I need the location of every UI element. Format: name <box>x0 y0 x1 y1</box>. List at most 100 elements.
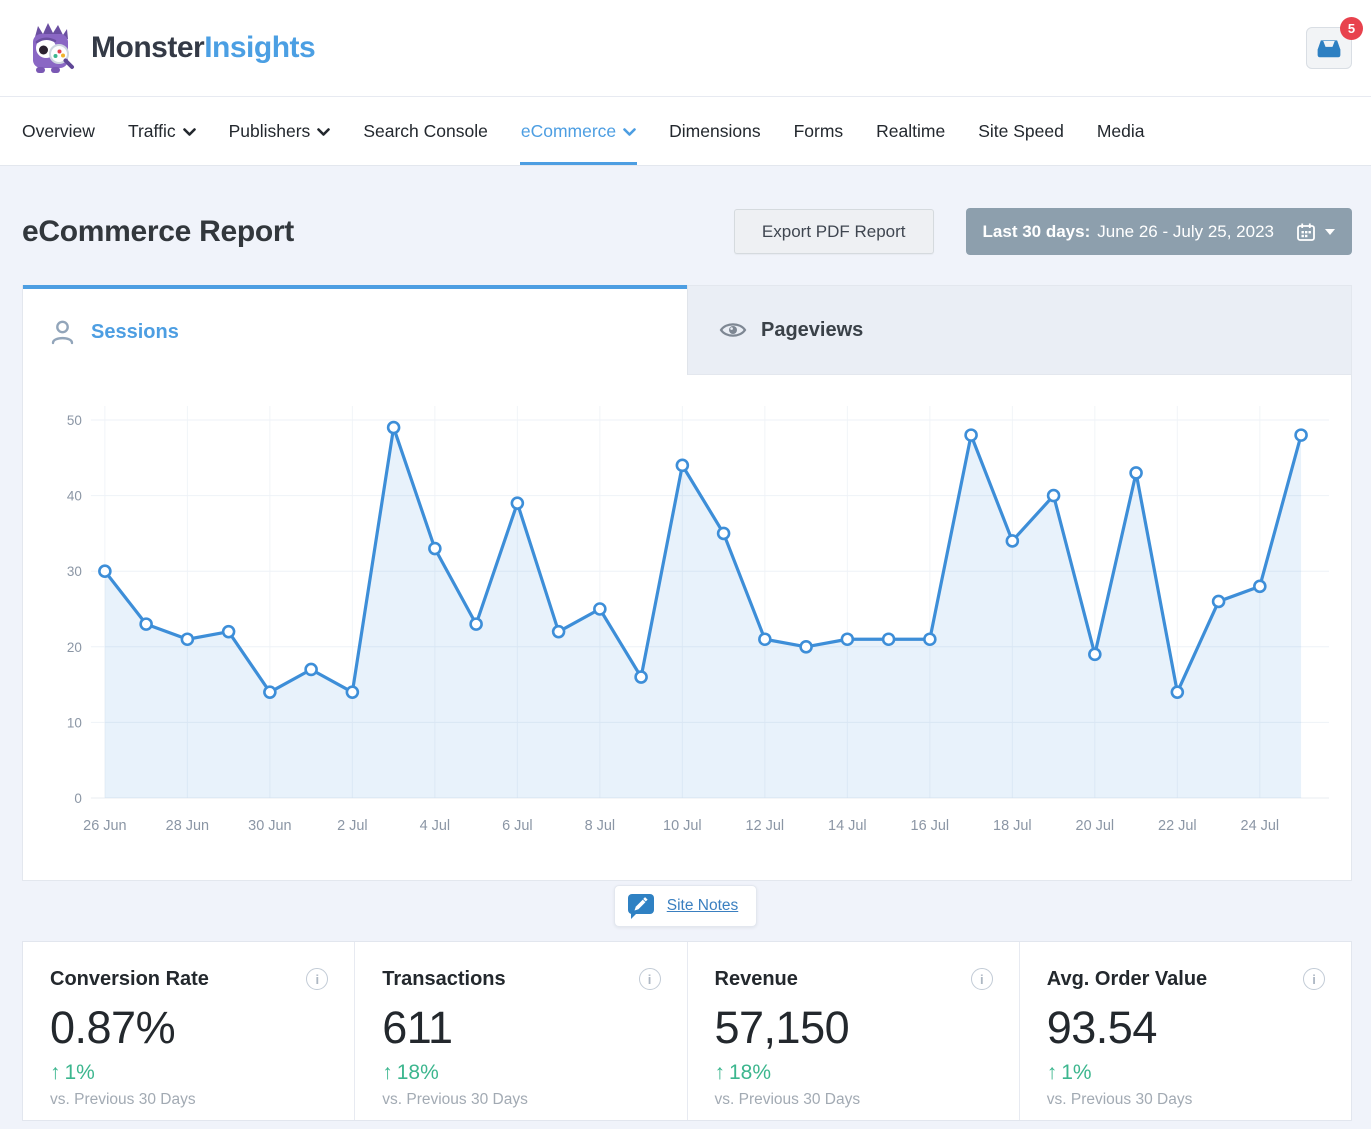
svg-text:16 Jul: 16 Jul <box>911 818 950 834</box>
svg-text:26 Jun: 26 Jun <box>83 818 126 834</box>
info-icon[interactable]: i <box>306 968 328 990</box>
svg-text:30 Jun: 30 Jun <box>248 818 291 834</box>
card-compare-label: vs. Previous 30 Days <box>1047 1091 1325 1109</box>
note-pencil-icon <box>626 892 656 920</box>
calendar-icon <box>1296 222 1316 242</box>
ecommerce-report-page: MonsterInsights 5 Overview Traffic Publi… <box>0 0 1371 1129</box>
arrow-up-icon: ↑ <box>50 1061 61 1084</box>
tab-label: Sessions <box>91 321 179 344</box>
site-notes-button[interactable]: Site Notes <box>614 885 758 927</box>
card-transactions: Transactions i 611 ↑18% vs. Previous 30 D… <box>354 942 686 1120</box>
card-value: 0.87% <box>50 1002 328 1054</box>
inbox-icon <box>1316 35 1342 61</box>
card-value: 57,150 <box>715 1002 993 1054</box>
info-icon[interactable]: i <box>971 968 993 990</box>
nav-item-forms[interactable]: Forms <box>793 97 845 165</box>
chart-tabs: Sessions Pageviews <box>23 285 1351 375</box>
card-change-value: 1% <box>1061 1061 1091 1084</box>
nav-item-site-speed[interactable]: Site Speed <box>977 97 1065 165</box>
svg-text:20 Jul: 20 Jul <box>1076 818 1115 834</box>
nav-label: Publishers <box>229 121 311 142</box>
card-change: ↑18% <box>715 1061 993 1085</box>
caret-down-icon <box>1325 229 1335 235</box>
card-title: Avg. Order Value <box>1047 968 1207 991</box>
info-icon[interactable]: i <box>639 968 661 990</box>
chevron-down-icon <box>317 128 330 137</box>
card-compare-label: vs. Previous 30 Days <box>50 1091 328 1109</box>
tab-sessions[interactable]: Sessions <box>23 285 687 375</box>
info-icon[interactable]: i <box>1303 968 1325 990</box>
nav-label: Site Speed <box>978 121 1064 142</box>
svg-text:40: 40 <box>67 489 82 504</box>
svg-text:10: 10 <box>67 715 82 730</box>
brand-secondary: Insights <box>204 31 315 64</box>
card-change: ↑18% <box>382 1061 660 1085</box>
nav-label: Dimensions <box>669 121 760 142</box>
card-change-value: 18% <box>729 1061 771 1084</box>
person-icon <box>49 318 76 346</box>
card-title: Conversion Rate <box>50 968 209 991</box>
svg-text:24 Jul: 24 Jul <box>1241 818 1280 834</box>
nav-item-media[interactable]: Media <box>1096 97 1146 165</box>
date-range-label: Last 30 days: <box>983 222 1091 242</box>
report-navigation: Overview Traffic Publishers Search Conso… <box>0 97 1371 166</box>
nav-item-ecommerce[interactable]: eCommerce <box>520 97 637 165</box>
sessions-line-chart[interactable]: 0 10 20 30 40 50 26 Jun 28 Jun 30 Jun 2 Jul 4 Jul 6… <box>23 375 1350 881</box>
nav-label: Forms <box>794 121 844 142</box>
tab-pageviews[interactable]: Pageviews <box>687 285 1351 375</box>
svg-text:22 Jul: 22 Jul <box>1158 818 1197 834</box>
monster-mascot-icon <box>25 21 77 75</box>
card-avg-order-value: Avg. Order Value i 93.54 ↑1% vs. Previous… <box>1019 942 1351 1120</box>
nav-label: Traffic <box>128 121 176 142</box>
date-range-picker[interactable]: Last 30 days: June 26 - July 25, 2023 <box>966 208 1352 255</box>
card-value: 93.54 <box>1047 1002 1325 1054</box>
export-pdf-button[interactable]: Export PDF Report <box>734 209 934 254</box>
eye-icon <box>719 319 747 341</box>
arrow-up-icon: ↑ <box>715 1061 726 1084</box>
nav-label: Overview <box>22 121 95 142</box>
nav-label: Search Console <box>363 121 488 142</box>
nav-item-realtime[interactable]: Realtime <box>875 97 946 165</box>
nav-item-dimensions[interactable]: Dimensions <box>668 97 761 165</box>
nav-item-traffic[interactable]: Traffic <box>127 97 197 165</box>
notification-count-badge[interactable]: 5 <box>1340 17 1363 40</box>
metric-cards-row: Conversion Ratei 0.87% ↑1% vs. Previous … <box>22 941 1352 1121</box>
card-title: Transactions <box>382 968 505 991</box>
site-notes-label: Site Notes <box>667 897 739 915</box>
svg-text:30: 30 <box>67 564 82 579</box>
svg-text:4 Jul: 4 Jul <box>420 818 451 834</box>
svg-text:0: 0 <box>74 791 81 806</box>
date-range-value: June 26 - July 25, 2023 <box>1097 222 1274 242</box>
svg-text:14 Jul: 14 Jul <box>828 818 867 834</box>
card-revenue: Revenue i 57,150 ↑18% vs. Previous 30 Day… <box>687 942 1019 1120</box>
nav-item-overview[interactable]: Overview <box>21 97 96 165</box>
card-title: Revenue <box>715 968 798 991</box>
svg-text:12 Jul: 12 Jul <box>746 818 785 834</box>
app-header: MonsterInsights 5 <box>0 0 1371 97</box>
card-conversion-rate: Conversion Rate i 0.87% ↑1% vs. Previous … <box>23 942 354 1120</box>
nav-item-publishers[interactable]: Publishers <box>228 97 332 165</box>
card-change-value: 1% <box>65 1061 95 1084</box>
monsterinsights-logo: MonsterInsights <box>25 21 315 75</box>
svg-text:2 Jul: 2 Jul <box>337 818 368 834</box>
card-value: 611 <box>382 1002 660 1054</box>
svg-text:10 Jul: 10 Jul <box>663 818 702 834</box>
brand-primary: Monster <box>91 31 204 64</box>
nav-item-search-console[interactable]: Search Console <box>362 97 489 165</box>
card-compare-label: vs. Previous 30 Days <box>382 1091 660 1109</box>
svg-text:28 Jun: 28 Jun <box>166 818 209 834</box>
tab-label: Pageviews <box>761 319 863 342</box>
card-change: ↑1% <box>1047 1061 1325 1085</box>
svg-text:20: 20 <box>67 640 82 655</box>
card-change: ↑1% <box>50 1061 328 1085</box>
card-compare-label: vs. Previous 30 Days <box>715 1091 993 1109</box>
sessions-chart-card: Sessions Pageviews 0 10 20 30 40 50 26 Jun 28 J… <box>22 285 1352 881</box>
chart-area: 0 10 20 30 40 50 26 Jun 28 Jun 30 Jun 2 Jul 4 Jul 6… <box>23 375 1351 881</box>
report-toolbar: eCommerce Report Export PDF Report Last … <box>22 208 1352 255</box>
svg-text:6 Jul: 6 Jul <box>502 818 533 834</box>
chevron-down-icon <box>183 128 196 137</box>
nav-label: Realtime <box>876 121 945 142</box>
card-change-value: 18% <box>397 1061 439 1084</box>
nav-label: eCommerce <box>521 121 616 142</box>
svg-text:50: 50 <box>67 413 82 428</box>
